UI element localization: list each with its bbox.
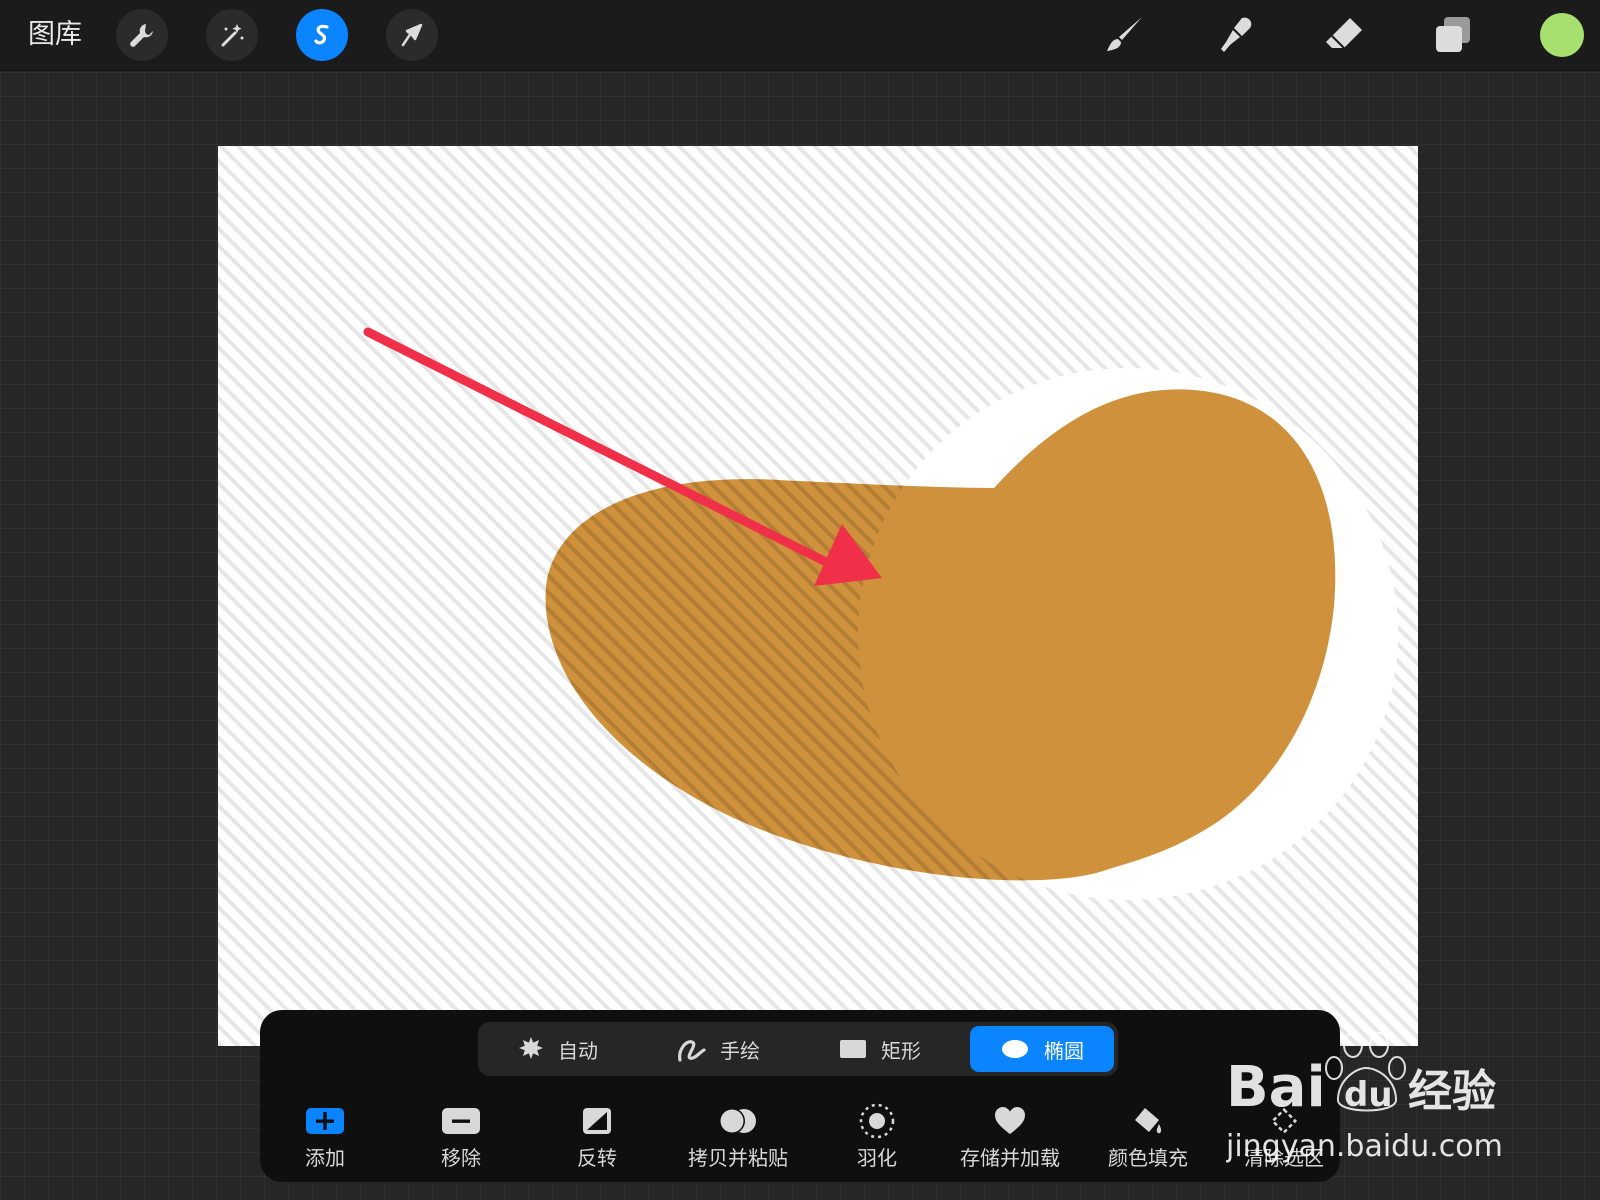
feather-icon	[859, 1103, 895, 1139]
remove-label: 移除	[441, 1146, 481, 1170]
selection-icon	[314, 24, 329, 45]
layers-button[interactable]	[1428, 10, 1478, 60]
gallery-button[interactable]: 图库	[28, 17, 82, 53]
clear-selection-button[interactable]: 清除选区	[1214, 1102, 1354, 1171]
copy-paste-label: 拷贝并粘贴	[688, 1146, 788, 1170]
eraser-icon	[1326, 18, 1362, 49]
mode-auto[interactable]: 自动	[488, 1026, 628, 1072]
eraser-button[interactable]	[1318, 10, 1368, 60]
selection-toolbar: 自动 手绘 矩形 椭圆 添加 移除 反转 拷贝并粘贴 羽化 存储并加载 颜色填充…	[260, 1010, 1340, 1182]
invert-label: 反转	[577, 1146, 617, 1170]
mode-freehand-label: 手绘	[720, 1038, 760, 1063]
rectangle-icon	[840, 1040, 866, 1058]
drawing-canvas[interactable]	[218, 146, 1418, 1046]
color-picker-button[interactable]	[1540, 13, 1584, 57]
add-button[interactable]: 添加	[260, 1102, 390, 1171]
ellipse-icon	[1002, 1040, 1028, 1058]
save-load-button[interactable]: 存储并加载	[940, 1102, 1080, 1171]
add-label: 添加	[305, 1146, 345, 1170]
invert-button[interactable]: 反转	[532, 1102, 662, 1171]
top-toolbar: 图库	[0, 0, 1600, 71]
auto-star-icon	[519, 1037, 543, 1059]
freehand-icon	[678, 1040, 706, 1062]
transform-button[interactable]	[386, 9, 438, 61]
add-icon	[306, 1108, 344, 1134]
save-load-heart-icon	[995, 1107, 1025, 1134]
mode-rectangle-label: 矩形	[881, 1038, 921, 1063]
save-load-label: 存储并加载	[960, 1146, 1060, 1170]
selection-mode-segmented-control: 自动 手绘 矩形 椭圆	[478, 1022, 1118, 1076]
clear-selection-label: 清除选区	[1244, 1146, 1324, 1170]
color-fill-button[interactable]: 颜色填充	[1078, 1102, 1218, 1171]
magic-wand-icon	[221, 24, 244, 47]
canvas-artwork	[218, 146, 1418, 1046]
remove-icon	[442, 1108, 480, 1134]
brush-icon	[1107, 17, 1142, 51]
mode-ellipse[interactable]: 椭圆	[970, 1026, 1114, 1072]
copy-paste-button[interactable]: 拷贝并粘贴	[668, 1102, 808, 1171]
mode-ellipse-label: 椭圆	[1044, 1038, 1084, 1063]
layers-icon	[1436, 17, 1470, 52]
mode-auto-label: 自动	[558, 1038, 598, 1063]
procreate-app: 图库 自动 手绘 矩形 椭圆 添加 移除 反转 拷贝并粘贴 羽化 存储并加载 颜…	[0, 0, 1600, 1200]
actions-wrench-button[interactable]	[116, 9, 168, 61]
feather-button[interactable]: 羽化	[812, 1102, 942, 1171]
transform-arrow-icon	[401, 23, 423, 47]
color-fill-label: 颜色填充	[1108, 1146, 1188, 1170]
remove-button[interactable]: 移除	[396, 1102, 526, 1171]
smudge-icon	[1221, 17, 1252, 52]
invert-icon	[583, 1108, 611, 1134]
wrench-icon	[130, 24, 153, 47]
adjustments-button[interactable]	[206, 9, 258, 61]
mode-freehand[interactable]: 手绘	[648, 1026, 788, 1072]
watermark-brand-cn: 经验	[1408, 1066, 1496, 1117]
copy-paste-icon	[719, 1108, 756, 1134]
clear-selection-icon	[1270, 1107, 1298, 1135]
color-fill-icon	[1135, 1108, 1162, 1134]
selection-button[interactable]	[296, 9, 348, 61]
feather-label: 羽化	[857, 1146, 897, 1170]
mode-rectangle[interactable]: 矩形	[810, 1026, 950, 1072]
smudge-button[interactable]	[1210, 10, 1260, 60]
brush-button[interactable]	[1100, 10, 1150, 60]
